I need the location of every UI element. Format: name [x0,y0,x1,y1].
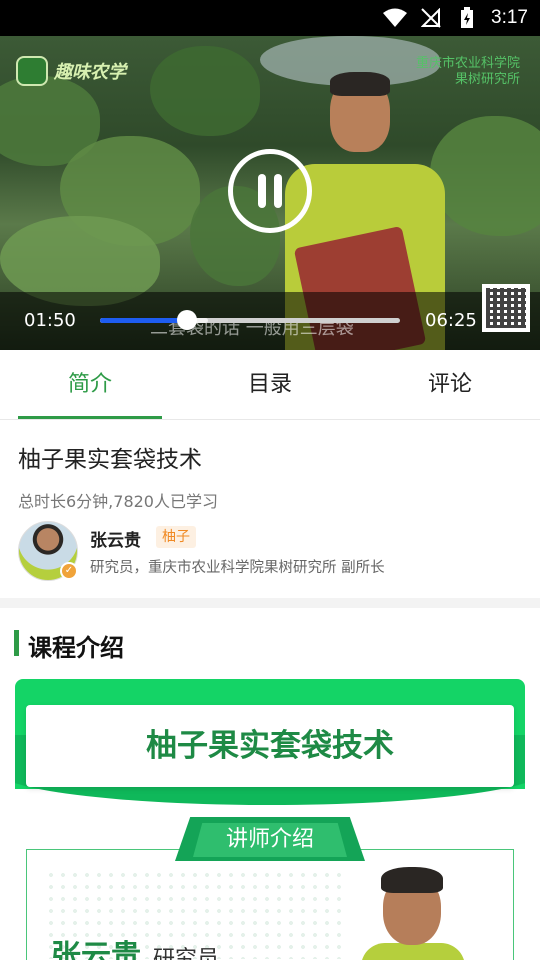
video-controls: 01:50 二套袋的话 一般用三层袋 06:25 [0,292,540,350]
leaf-logo-icon [16,56,48,86]
duration: 06:25 [425,310,477,331]
course-meta: 总时长6分钟,7820人已学习 [18,492,218,511]
course-title: 柚子果实套袋技术 [18,447,202,473]
played-bar [100,318,187,323]
tab-bar: 简介 目录 评论 [0,350,540,420]
poster-ribbon: 讲师介绍 [225,827,314,852]
section-title: 课程介绍 [28,634,124,662]
section-accent-bar [14,630,19,656]
pause-button[interactable] [228,149,312,233]
video-player[interactable]: 趣味农学 重庆市农业科学院 果树研究所 01:50 二套袋的话 一般用三层袋 0… [0,36,540,350]
seek-thumb[interactable] [177,310,197,330]
channel-logo: 趣味农学 [16,56,126,86]
teacher-description: 研究员，重庆市农业科学院果树研究所 副所长 [90,560,385,576]
section-divider [0,598,540,608]
poster-title: 柚子果实套袋技术 [26,705,514,787]
current-time: 01:50 [24,310,76,331]
course-intro-poster: 柚子果实套袋技术 讲师介绍 张云贵 研究员 [15,679,525,960]
verified-icon: ✓ [60,562,78,580]
qr-code [482,284,530,332]
battery-charging-icon [455,6,479,30]
poster-teacher-photo [361,867,465,960]
teacher-name[interactable]: 张云贵 [90,526,141,551]
status-time: 3:17 [491,7,528,28]
tab-catalog[interactable]: 目录 [180,350,360,420]
seek-bar[interactable] [100,310,400,330]
tab-comments[interactable]: 评论 [360,350,540,420]
wifi-icon [383,6,408,30]
tab-intro[interactable]: 简介 [0,350,180,420]
status-bar: 3:17 [0,0,540,36]
institute-watermark: 重庆市农业科学院 果树研究所 [415,56,520,87]
category-tag: 柚子 [156,526,196,548]
tab-indicator [18,416,162,419]
no-signal-icon [419,6,443,30]
poster-teacher-role: 研究员 [153,947,220,960]
poster-teacher-name: 张云贵 [51,939,141,960]
